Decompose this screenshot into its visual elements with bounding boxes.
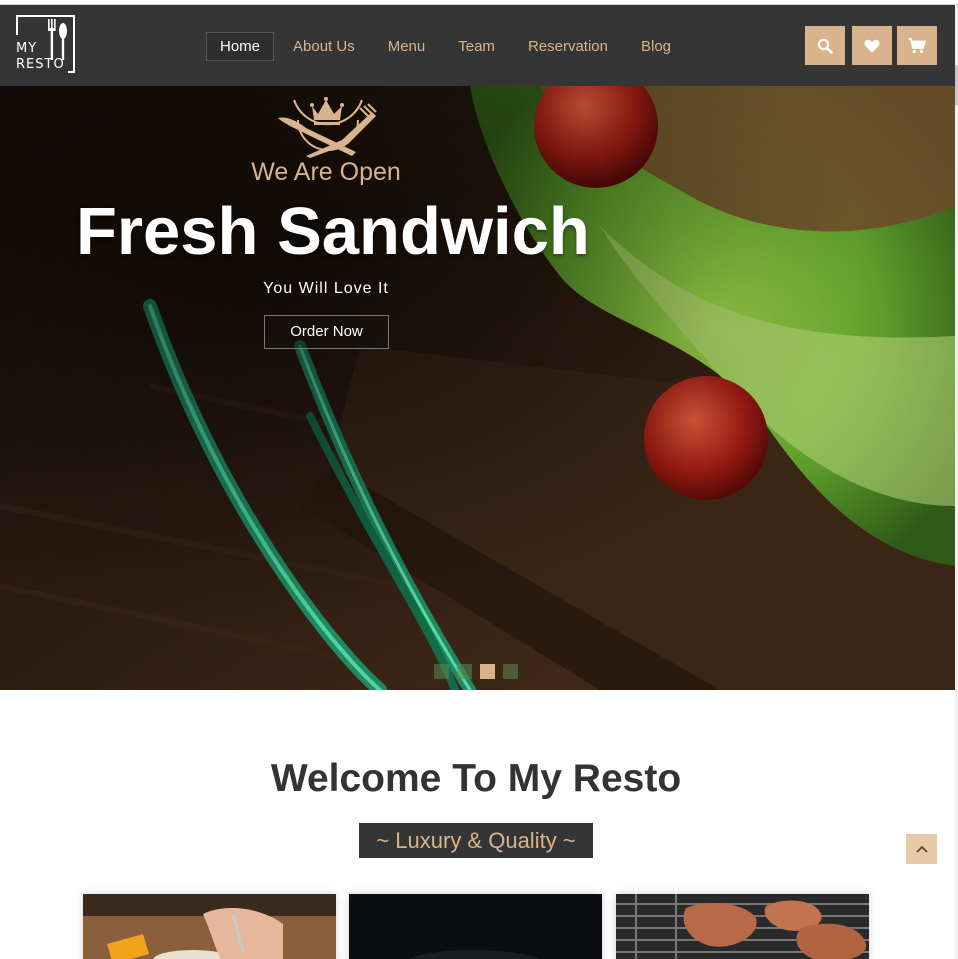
chevron-up-icon — [915, 845, 928, 853]
welcome-title: Welcome To My Resto — [270, 757, 682, 800]
feature-card-1[interactable] — [83, 894, 336, 959]
logo-frame-right — [73, 15, 75, 73]
welcome-tagline: ~ Luxury & Quality ~ — [359, 823, 593, 858]
cart-button[interactable] — [897, 26, 937, 65]
main-nav: Home About Us Menu Team Reservation Blog — [206, 32, 690, 61]
crown-cutlery-icon — [278, 97, 377, 158]
slider-dot-1[interactable] — [434, 664, 449, 679]
site-header: MY RESTO Home About Us Menu Team Reserva… — [0, 5, 955, 86]
logo-text-resto: RESTO — [16, 57, 65, 72]
nav-item-home[interactable]: Home — [206, 32, 275, 61]
logo-frame-left — [16, 15, 18, 35]
search-button[interactable] — [805, 26, 845, 65]
slider-dot-4[interactable] — [503, 664, 518, 679]
card-image-knife-cutting — [83, 894, 336, 959]
nav-item-menu[interactable]: Menu — [374, 32, 440, 61]
nav-item-team[interactable]: Team — [444, 32, 509, 61]
hero-kicker: We Are Open — [251, 158, 401, 186]
cart-icon — [908, 37, 926, 53]
feature-card-3[interactable] — [616, 894, 869, 959]
slider-dot-3[interactable] — [480, 664, 495, 679]
feature-card-2[interactable] — [349, 894, 602, 959]
search-icon — [817, 38, 833, 54]
logo-text-my: MY — [16, 41, 38, 56]
hero-subheading: You Will Love It — [263, 280, 389, 297]
heart-icon — [864, 39, 880, 52]
wishlist-button[interactable] — [852, 26, 892, 65]
card-image-dark — [349, 894, 602, 959]
order-now-button[interactable]: Order Now — [264, 315, 389, 349]
logo[interactable]: MY RESTO — [16, 15, 75, 73]
slider-pagination — [434, 664, 526, 679]
card-image-grill — [616, 894, 869, 959]
back-to-top-button[interactable] — [906, 834, 937, 864]
nav-item-blog[interactable]: Blog — [627, 32, 685, 61]
hero-slider: We Are Open Fresh Sandwich You Will Love… — [0, 86, 955, 690]
hero-headline: Fresh Sandwich — [76, 194, 590, 269]
logo-frame-bottom — [68, 71, 75, 73]
nav-item-about-us[interactable]: About Us — [279, 32, 369, 61]
slider-dot-2[interactable] — [457, 664, 472, 679]
nav-item-reservation[interactable]: Reservation — [514, 32, 622, 61]
